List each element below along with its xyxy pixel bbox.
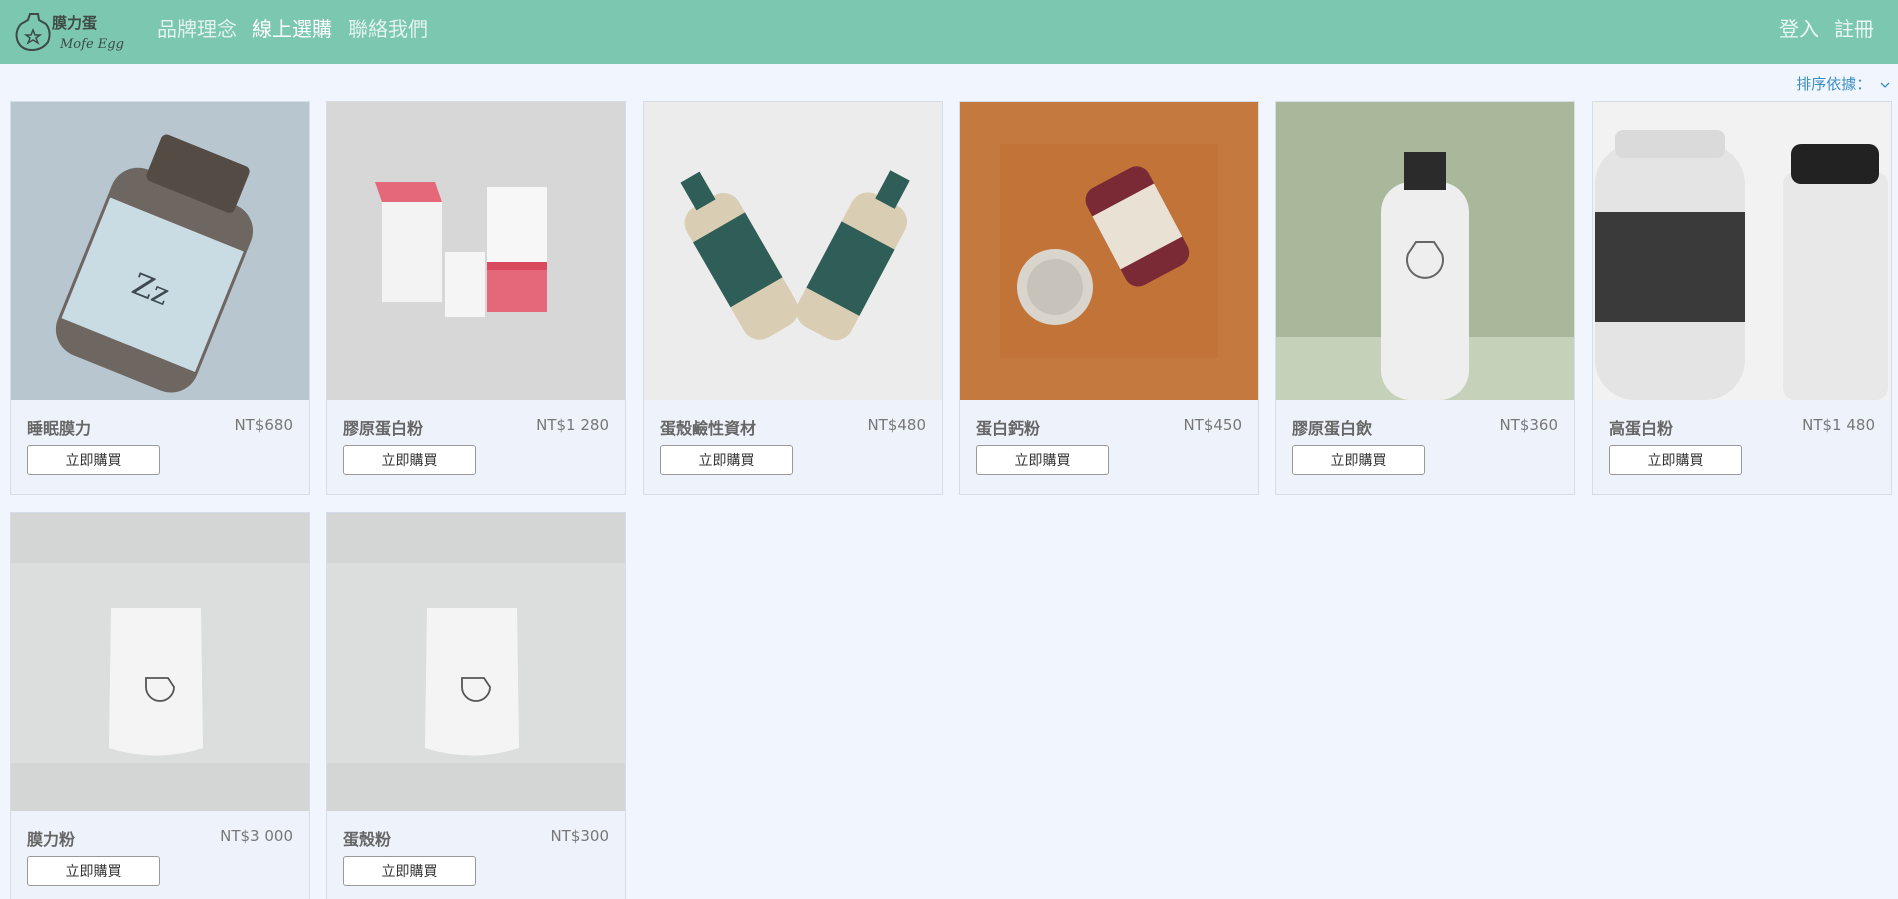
product-card[interactable]: 高蛋白粉 NT$1 480 立即購買 <box>1592 101 1892 495</box>
product-price: NT$1 480 <box>1802 416 1875 434</box>
buy-now-button[interactable]: 立即購買 <box>343 856 476 886</box>
chevron-down-icon <box>1880 82 1890 88</box>
buy-now-button[interactable]: 立即購買 <box>27 445 160 475</box>
product-name: 高蛋白粉 <box>1609 419 1674 438</box>
product-image[interactable] <box>11 513 309 811</box>
product-price: NT$360 <box>1499 416 1558 434</box>
buy-now-button[interactable]: 立即購買 <box>27 856 160 886</box>
product-image[interactable]: Zz <box>11 102 309 400</box>
login-link[interactable]: 登入 <box>1779 13 1819 42</box>
sort-label: 排序依據： <box>1796 75 1872 93</box>
product-image[interactable] <box>1593 102 1891 400</box>
buy-now-button[interactable]: 立即購買 <box>343 445 476 475</box>
product-price: NT$3 000 <box>220 827 293 845</box>
product-card[interactable]: Zz 睡眠膜力 NT$680 立即購買 <box>10 101 310 495</box>
buy-now-button[interactable]: 立即購買 <box>1292 445 1425 475</box>
product-image[interactable] <box>327 102 625 400</box>
product-name: 膜力粉 <box>27 830 76 849</box>
product-card[interactable]: 膠原蛋白飲 NT$360 立即購買 <box>1275 101 1575 495</box>
product-name: 蛋殼粉 <box>343 830 392 849</box>
logo-text-bottom: Mofe Egg <box>59 37 124 52</box>
nav-link-shop[interactable]: 線上選購 <box>252 13 332 42</box>
logo-text-top: 膜力蛋 <box>52 14 97 32</box>
product-name: 蛋殼鹼性資材 <box>660 419 757 438</box>
product-card[interactable]: 蛋殼粉 NT$300 立即購買 <box>326 512 626 899</box>
product-name: 睡眠膜力 <box>27 419 92 438</box>
product-card[interactable]: 蛋白鈣粉 NT$450 立即購買 <box>959 101 1259 495</box>
register-link[interactable]: 註冊 <box>1834 13 1874 42</box>
sort-dropdown[interactable]: 排序依據： <box>1796 73 1890 94</box>
product-price: NT$680 <box>234 416 293 434</box>
top-navbar: 膜力蛋 Mofe Egg 品牌理念 線上選購 聯絡我們 登入 註冊 <box>0 0 1898 64</box>
buy-now-button[interactable]: 立即購買 <box>660 445 793 475</box>
product-card[interactable]: 膜力粉 NT$3 000 立即購買 <box>10 512 310 899</box>
product-image[interactable] <box>1276 102 1574 400</box>
product-name: 蛋白鈣粉 <box>976 419 1041 438</box>
nav-link-brand[interactable]: 品牌理念 <box>157 13 237 42</box>
product-card[interactable]: 膠原蛋白粉 NT$1 280 立即購買 <box>326 101 626 495</box>
buy-now-button[interactable]: 立即購買 <box>976 445 1109 475</box>
product-price: NT$480 <box>867 416 926 434</box>
brand-logo[interactable]: 膜力蛋 Mofe Egg <box>12 8 124 54</box>
product-price: NT$450 <box>1183 416 1242 434</box>
buy-now-button[interactable]: 立即購買 <box>1609 445 1742 475</box>
product-name: 膠原蛋白粉 <box>343 419 424 438</box>
product-price: NT$1 280 <box>536 416 609 434</box>
product-image[interactable] <box>960 102 1258 400</box>
product-image[interactable] <box>644 102 942 400</box>
product-name: 膠原蛋白飲 <box>1292 419 1373 438</box>
product-image[interactable] <box>327 513 625 811</box>
product-price: NT$300 <box>550 827 609 845</box>
product-card[interactable]: 蛋殼鹼性資材 NT$480 立即購買 <box>643 101 943 495</box>
nav-link-contact[interactable]: 聯絡我們 <box>348 13 428 42</box>
